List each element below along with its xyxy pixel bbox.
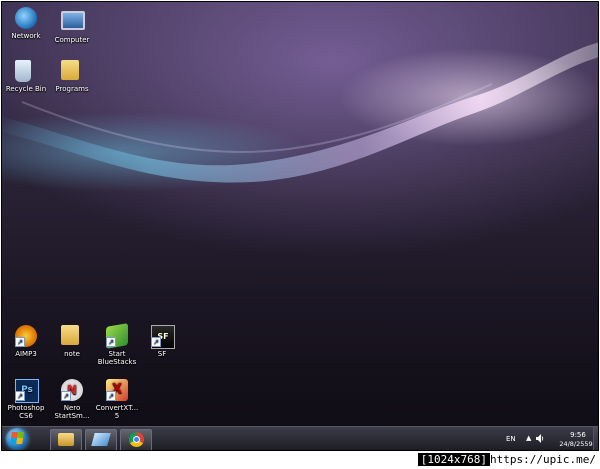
desktop-icon-label: SF: [157, 350, 167, 358]
computer-icon: [61, 11, 85, 30]
desktop-icon-label: Photoshop CS6: [7, 404, 45, 420]
windows-explorer-icon: [58, 433, 74, 446]
desktop-icon-label: Network: [11, 32, 41, 40]
desktop-icon-label: note: [64, 350, 80, 358]
windows-logo-icon: [10, 432, 24, 444]
shortcut-arrow-icon: ↗: [106, 337, 116, 347]
desktop-icon-aimp3[interactable]: ↗ AIMP3: [2, 325, 50, 358]
watermark-size: [1024x768]: [417, 453, 491, 466]
desktop-icon-network[interactable]: Network: [2, 7, 50, 40]
clock-time[interactable]: 9:56: [560, 431, 596, 439]
desktop-icon-label: Computer: [54, 36, 90, 44]
desktop-icon-label: Recycle Bin: [5, 85, 47, 93]
start-button[interactable]: [6, 428, 28, 450]
taskbar-chrome-button[interactable]: [120, 429, 152, 450]
task-window-icon: [91, 433, 111, 446]
desktop-icon-sf[interactable]: SF ↗ SF: [138, 325, 186, 358]
recycle-bin-icon: [15, 60, 31, 82]
shortcut-arrow-icon: ↗: [15, 391, 25, 401]
desktop-icon-label: ConvertXT... 5: [95, 404, 139, 420]
desktop-icon-bluestacks[interactable]: ↗ Start BlueStacks: [93, 323, 141, 366]
shortcut-arrow-icon: ↗: [15, 337, 25, 347]
image-watermark: [1024x768] https://upic.me/: [417, 452, 596, 467]
desktop-icon-photoshop[interactable]: Ps ↗ Photoshop CS6: [2, 379, 50, 420]
shortcut-arrow-icon: ↗: [106, 391, 116, 401]
desktop-icon-convertx[interactable]: X ↗ ConvertXT... 5: [93, 379, 141, 420]
desktop-icon-note[interactable]: note: [48, 325, 96, 358]
language-indicator[interactable]: EN: [506, 435, 516, 443]
desktop-icon-computer[interactable]: Computer: [48, 7, 96, 44]
watermark-url: https://upic.me/: [490, 453, 596, 466]
desktop-icon-nero[interactable]: N ↗ Nero StartSm...: [48, 379, 96, 420]
taskbar: EN ▲ 9:56 24/8/2559: [2, 426, 598, 450]
system-tray: EN ▲ 9:56 24/8/2559: [500, 427, 598, 450]
shortcut-arrow-icon: ↗: [61, 391, 71, 401]
desktop-icon-label: Programs: [55, 85, 89, 93]
desktop-icon-programs[interactable]: Programs: [48, 60, 96, 93]
desktop-icon-label: Nero StartSm...: [54, 404, 90, 420]
show-desktop-button[interactable]: [593, 427, 598, 450]
folder-icon: [61, 60, 79, 80]
chrome-icon: [129, 432, 144, 447]
volume-icon[interactable]: [536, 434, 544, 443]
desktop-icon-recycle-bin[interactable]: Recycle Bin: [2, 60, 50, 93]
desktop-icon-label: AIMP3: [15, 350, 37, 358]
clock-date[interactable]: 24/8/2559: [556, 440, 596, 448]
desktop-icon-label: Start BlueStacks: [97, 350, 137, 366]
desktop: Network Computer Recycle Bin Programs ↗ …: [1, 1, 599, 451]
shortcut-arrow-icon: ↗: [151, 337, 161, 347]
network-icon: [15, 7, 37, 29]
taskbar-explorer-button[interactable]: [50, 429, 82, 450]
taskbar-window-button[interactable]: [85, 429, 117, 450]
show-hidden-icons-button[interactable]: ▲: [526, 434, 531, 442]
folder-icon: [61, 325, 79, 345]
